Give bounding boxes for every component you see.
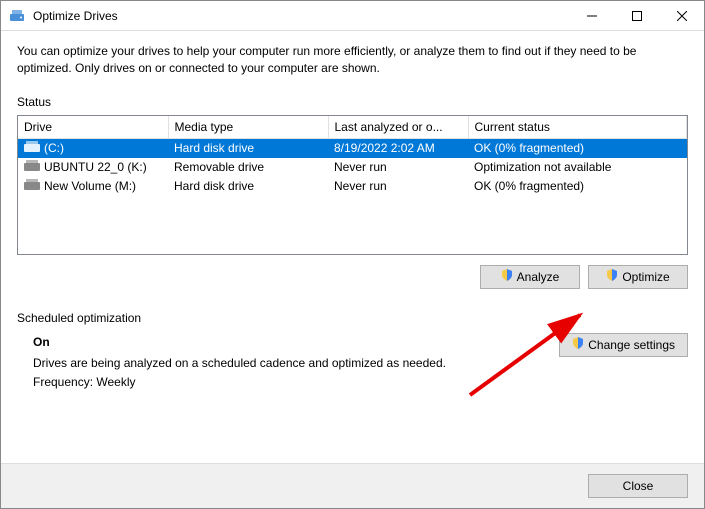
scheduled-desc: Drives are being analyzed on a scheduled…	[33, 354, 446, 373]
analyze-label: Analyze	[517, 270, 560, 284]
shield-icon	[501, 269, 513, 284]
status-label: Status	[17, 95, 688, 109]
current-status: OK (0% fragmented)	[468, 177, 687, 196]
footer: Close	[1, 463, 704, 508]
table-row[interactable]: UBUNTU 22_0 (K:) Removable driveNever run…	[18, 158, 687, 177]
optimize-label: Optimize	[622, 270, 669, 284]
last-analyzed: 8/19/2022 2:02 AM	[328, 138, 468, 158]
drive-name: UBUNTU 22_0 (K:)	[44, 160, 147, 174]
scheduled-on: On	[33, 333, 446, 352]
optimize-drives-window: Optimize Drives You can optimize your dr…	[0, 0, 705, 509]
close-button[interactable]: Close	[588, 474, 688, 498]
close-window-button[interactable]	[659, 1, 704, 30]
drive-name: (C:)	[44, 141, 64, 155]
drive-icon	[24, 141, 40, 156]
minimize-button[interactable]	[569, 1, 614, 30]
drive-name: New Volume (M:)	[44, 179, 136, 193]
scheduled-label: Scheduled optimization	[17, 311, 688, 325]
analyze-button[interactable]: Analyze	[480, 265, 580, 289]
drive-icon	[24, 160, 40, 175]
current-status: Optimization not available	[468, 158, 687, 177]
table-header-row: Drive Media type Last analyzed or o... C…	[18, 116, 687, 139]
intro-text: You can optimize your drives to help you…	[17, 43, 688, 77]
window-title: Optimize Drives	[33, 9, 569, 23]
titlebar: Optimize Drives	[1, 1, 704, 31]
col-status[interactable]: Current status	[468, 116, 687, 139]
drive-icon	[24, 179, 40, 194]
shield-icon	[572, 337, 584, 352]
optimize-button[interactable]: Optimize	[588, 265, 688, 289]
shield-icon	[606, 269, 618, 284]
close-label: Close	[623, 479, 654, 493]
media-type: Hard disk drive	[168, 177, 328, 196]
col-last[interactable]: Last analyzed or o...	[328, 116, 468, 139]
last-analyzed: Never run	[328, 177, 468, 196]
drive-table[interactable]: Drive Media type Last analyzed or o... C…	[17, 115, 688, 255]
media-type: Hard disk drive	[168, 138, 328, 158]
last-analyzed: Never run	[328, 158, 468, 177]
col-media[interactable]: Media type	[168, 116, 328, 139]
app-icon	[9, 8, 25, 24]
table-row[interactable]: New Volume (M:) Hard disk driveNever runO…	[18, 177, 687, 196]
table-row[interactable]: (C:) Hard disk drive8/19/2022 2:02 AMOK (…	[18, 138, 687, 158]
scheduled-freq: Frequency: Weekly	[33, 373, 446, 392]
current-status: OK (0% fragmented)	[468, 138, 687, 158]
media-type: Removable drive	[168, 158, 328, 177]
col-drive[interactable]: Drive	[18, 116, 168, 139]
change-settings-label: Change settings	[588, 338, 675, 352]
maximize-button[interactable]	[614, 1, 659, 30]
change-settings-button[interactable]: Change settings	[559, 333, 688, 357]
